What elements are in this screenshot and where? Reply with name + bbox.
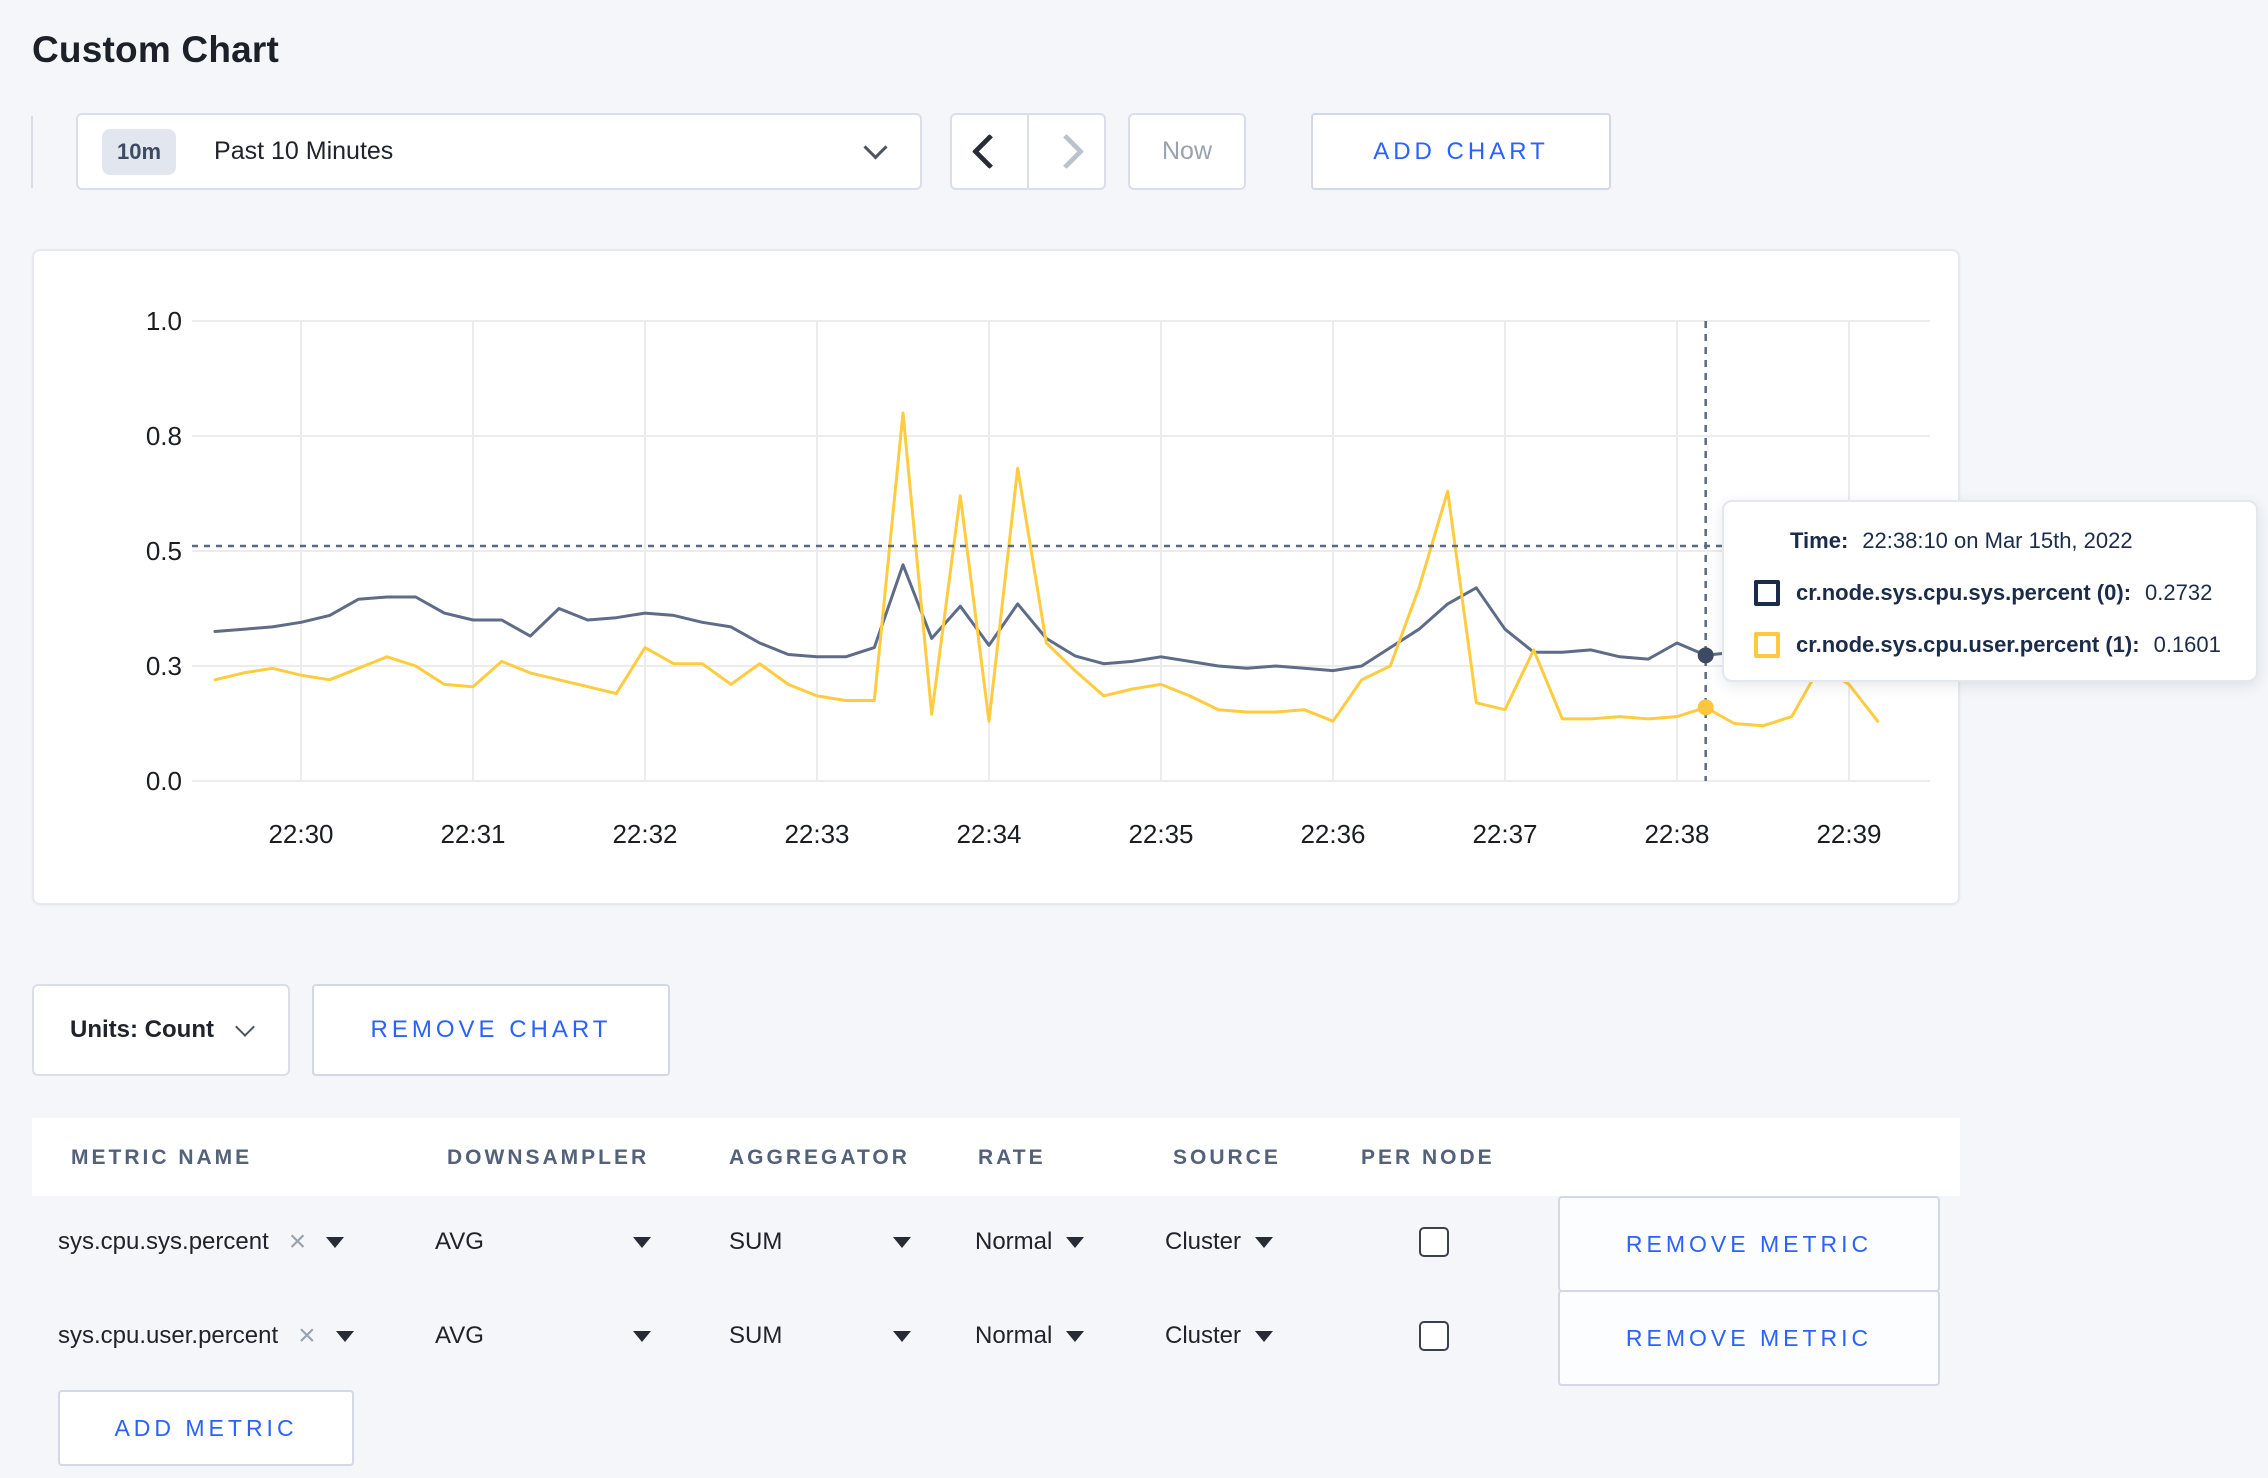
aggregator-value: SUM <box>729 1322 783 1349</box>
svg-text:22:39: 22:39 <box>1816 819 1881 849</box>
caret-down-icon <box>1255 1330 1274 1342</box>
source-select[interactable]: Cluster <box>1165 1322 1274 1350</box>
timescale-label: Past 10 Minutes <box>214 137 394 165</box>
caret-down-icon <box>326 1236 345 1248</box>
caret-down-icon <box>1066 1330 1085 1342</box>
custom-chart-card: 0.0 0.3 0.5 0.8 1.0 22:30 22:31 22:32 22:33 22:34… <box>32 249 1960 905</box>
chevron-left-icon <box>971 133 1008 170</box>
chart-plot[interactable]: 0.0 0.3 0.5 0.8 1.0 22:30 22:31 22:32 22:33 22:34… <box>34 251 1962 907</box>
downsampler-value: AVG <box>435 1228 484 1255</box>
units-dropdown[interactable]: Units: Count <box>32 984 290 1076</box>
per-node-checkbox[interactable] <box>1419 1227 1449 1257</box>
source-value: Cluster <box>1165 1228 1242 1255</box>
timescale-dropdown[interactable]: 10m Past 10 Minutes <box>76 113 922 190</box>
svg-text:22:31: 22:31 <box>440 819 505 849</box>
per-node-checkbox[interactable] <box>1419 1321 1449 1351</box>
aggregator-select[interactable]: SUM <box>729 1322 911 1350</box>
chart-tooltip: Time: 22:38:10 on Mar 15th, 2022 cr.node… <box>1722 500 2258 682</box>
tooltip-series-row: cr.node.sys.cpu.user.percent (1): 0.1601 <box>1754 632 2221 658</box>
svg-text:22:35: 22:35 <box>1128 819 1193 849</box>
next-time-button[interactable] <box>1029 115 1104 188</box>
prev-time-button[interactable] <box>952 115 1029 188</box>
svg-text:0.5: 0.5 <box>146 536 182 566</box>
caret-down-icon <box>1255 1236 1274 1248</box>
remove-metric-button[interactable]: REMOVE METRIC <box>1558 1196 1940 1292</box>
chevron-right-icon <box>1048 133 1085 170</box>
svg-text:0.8: 0.8 <box>146 421 182 451</box>
time-pager <box>950 113 1106 190</box>
svg-text:0.3: 0.3 <box>146 651 182 681</box>
tooltip-series-value: 0.2732 <box>2145 580 2213 605</box>
metric-name-select[interactable]: sys.cpu.sys.percent × <box>58 1227 345 1257</box>
metric-name-value: sys.cpu.user.percent <box>58 1322 279 1349</box>
table-row: sys.cpu.user.percent × AVG SUM Normal Cl… <box>0 1290 2268 1386</box>
caret-down-icon <box>633 1236 651 1248</box>
svg-text:22:37: 22:37 <box>1472 819 1537 849</box>
svg-text:22:32: 22:32 <box>612 819 677 849</box>
downsampler-value: AVG <box>435 1322 484 1349</box>
clear-icon[interactable]: × <box>289 1227 307 1257</box>
clear-icon[interactable]: × <box>298 1321 316 1351</box>
downsampler-select[interactable]: AVG <box>435 1228 651 1256</box>
col-header-downsampler: DOWNSAMPLER <box>447 1146 650 1169</box>
metric-name-value: sys.cpu.sys.percent <box>58 1228 269 1255</box>
col-header-aggregator: AGGREGATOR <box>729 1146 910 1169</box>
col-header-per-node: PER NODE <box>1361 1146 1495 1169</box>
svg-text:22:33: 22:33 <box>784 819 849 849</box>
col-header-rate: RATE <box>978 1146 1046 1169</box>
caret-down-icon <box>893 1330 911 1342</box>
caret-down-icon <box>893 1236 911 1248</box>
add-metric-button[interactable]: ADD METRIC <box>58 1390 354 1466</box>
chevron-down-icon <box>863 135 888 160</box>
tooltip-series-label: cr.node.sys.cpu.user.percent (1): <box>1796 632 2140 657</box>
page-title: Custom Chart <box>32 28 280 70</box>
svg-text:22:30: 22:30 <box>268 819 333 849</box>
aggregator-value: SUM <box>729 1228 783 1255</box>
svg-text:22:38: 22:38 <box>1644 819 1709 849</box>
svg-text:0.0: 0.0 <box>146 766 182 796</box>
timescale-badge: 10m <box>102 128 177 175</box>
tooltip-time-row: Time: 22:38:10 on Mar 15th, 2022 <box>1790 528 2133 554</box>
table-row: sys.cpu.sys.percent × AVG SUM Normal Clu… <box>0 1196 2268 1292</box>
remove-metric-button[interactable]: REMOVE METRIC <box>1558 1290 1940 1386</box>
add-chart-button[interactable]: ADD CHART <box>1311 113 1611 190</box>
rate-select[interactable]: Normal <box>975 1322 1085 1350</box>
remove-chart-button[interactable]: REMOVE CHART <box>312 984 670 1076</box>
toolbar-divider <box>31 116 33 188</box>
tooltip-series-row: cr.node.sys.cpu.sys.percent (0): 0.2732 <box>1754 580 2212 606</box>
chevron-down-icon <box>235 1017 255 1037</box>
tooltip-time-label: Time: <box>1790 528 1849 553</box>
aggregator-select[interactable]: SUM <box>729 1228 911 1256</box>
series-sys-swatch-icon <box>1754 580 1780 606</box>
col-header-metric-name: METRIC NAME <box>71 1146 253 1169</box>
tooltip-series-value: 0.1601 <box>2153 632 2221 657</box>
svg-text:22:34: 22:34 <box>956 819 1021 849</box>
tooltip-time-value: 22:38:10 on Mar 15th, 2022 <box>1862 528 2133 553</box>
units-label: Units: Count <box>70 1016 214 1043</box>
rate-select[interactable]: Normal <box>975 1228 1085 1256</box>
rate-value: Normal <box>975 1228 1053 1255</box>
downsampler-select[interactable]: AVG <box>435 1322 651 1350</box>
metric-name-select[interactable]: sys.cpu.user.percent × <box>58 1321 354 1351</box>
caret-down-icon <box>1066 1236 1085 1248</box>
tooltip-series-label: cr.node.sys.cpu.sys.percent (0): <box>1796 580 2132 605</box>
source-value: Cluster <box>1165 1322 1242 1349</box>
col-header-source: SOURCE <box>1173 1146 1281 1169</box>
caret-down-icon <box>335 1330 354 1342</box>
svg-text:1.0: 1.0 <box>146 306 182 336</box>
series-user-swatch-icon <box>1754 632 1780 658</box>
source-select[interactable]: Cluster <box>1165 1228 1274 1256</box>
caret-down-icon <box>633 1330 651 1342</box>
svg-text:22:36: 22:36 <box>1300 819 1365 849</box>
rate-value: Normal <box>975 1322 1053 1349</box>
now-button[interactable]: Now <box>1128 113 1246 190</box>
